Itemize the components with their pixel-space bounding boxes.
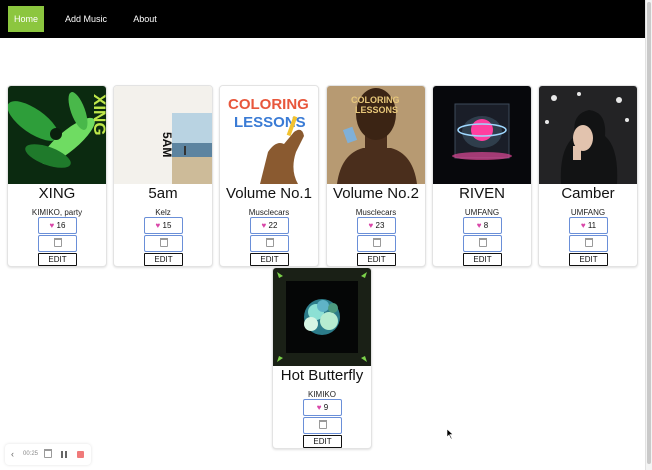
like-count: 11: [587, 221, 597, 230]
song-artist: UMFANG: [570, 208, 606, 217]
heart-icon: ♥: [580, 221, 586, 230]
song-card: XING XING KIMIKO, party ♥ 16 EDIT: [7, 85, 107, 267]
album-cover: 5AM: [114, 86, 212, 184]
like-button[interactable]: ♥ 23: [357, 217, 396, 234]
song-title: RIVEN: [459, 185, 505, 202]
song-card: Hot Butterfly KIMIKO ♥ 9 EDIT: [272, 267, 372, 449]
song-artist: Kelz: [155, 208, 171, 217]
song-card: COLORING LESSONS Volume No.2 Musclecars …: [326, 85, 426, 267]
song-artist: KIMIKO: [307, 390, 336, 399]
delete-button[interactable]: [569, 235, 608, 252]
cover-lessons-text: LESSONS: [355, 105, 398, 115]
like-count: 8: [483, 221, 489, 230]
album-cover: COLORING LESSONS: [220, 86, 318, 184]
like-count: 15: [162, 221, 172, 230]
heart-icon: ♥: [316, 403, 322, 412]
media-player: ‹ 00:25: [5, 444, 91, 465]
nav-about-link[interactable]: About: [126, 6, 164, 32]
album-cover: [273, 268, 371, 366]
delete-button[interactable]: [463, 235, 502, 252]
trash-icon: [53, 238, 62, 248]
song-card: RIVEN UMFANG ♥ 8 EDIT: [432, 85, 532, 267]
trash-icon: [159, 238, 168, 248]
edit-button[interactable]: EDIT: [357, 253, 396, 266]
trash-icon: [372, 238, 381, 248]
player-time: 00:25: [23, 451, 39, 457]
song-card: 5AM 5am Kelz ♥ 15 EDIT: [113, 85, 213, 267]
song-card: Camber UMFANG ♥ 11 EDIT: [538, 85, 638, 267]
nav-home-link[interactable]: Home: [8, 6, 44, 32]
delete-button[interactable]: [357, 235, 396, 252]
like-button[interactable]: ♥ 22: [250, 217, 289, 234]
top-navbar: Home Add Music About: [0, 0, 645, 38]
pause-icon[interactable]: [60, 449, 68, 460]
song-title: Volume No.2: [333, 185, 419, 202]
stop-icon[interactable]: [76, 449, 85, 460]
album-cover: XING: [8, 86, 106, 184]
song-card: COLORING LESSONS Volume No.1 Musclecars …: [219, 85, 319, 267]
delete-button[interactable]: [250, 235, 289, 252]
heart-icon: ♥: [155, 221, 161, 230]
heart-icon: ♥: [49, 221, 55, 230]
edit-button[interactable]: EDIT: [38, 253, 77, 266]
trash-icon: [584, 238, 593, 248]
edit-button[interactable]: EDIT: [303, 435, 342, 448]
like-button[interactable]: ♥ 8: [463, 217, 502, 234]
delete-button[interactable]: [144, 235, 183, 252]
heart-icon: ♥: [261, 221, 267, 230]
mouse-cursor-icon: [447, 429, 454, 439]
song-title: 5am: [148, 185, 178, 202]
song-artist: Musclecars: [355, 208, 397, 217]
song-artist: Musclecars: [248, 208, 290, 217]
cover-coloring-text: COLORING: [351, 95, 400, 105]
trash-icon: [478, 238, 487, 248]
song-title: Hot Butterfly: [280, 367, 364, 384]
song-title: XING: [38, 185, 76, 202]
trash-icon: [318, 420, 327, 430]
like-button[interactable]: ♥ 11: [569, 217, 608, 234]
heart-icon: ♥: [368, 221, 374, 230]
edit-button[interactable]: EDIT: [569, 253, 608, 266]
edit-button[interactable]: EDIT: [250, 253, 289, 266]
song-artist: KIMIKO, party: [31, 208, 83, 217]
page-scrollbar[interactable]: [645, 0, 652, 470]
like-count: 16: [56, 221, 66, 230]
trash-icon[interactable]: [44, 449, 53, 460]
delete-button[interactable]: [303, 417, 342, 434]
cover-coloring-text: COLORING: [228, 96, 309, 113]
cover-5am-text: 5AM: [160, 132, 174, 157]
cover-xing-text: XING: [90, 94, 106, 136]
song-artist: UMFANG: [464, 208, 500, 217]
song-title: Volume No.1: [226, 185, 312, 202]
album-cover: [433, 86, 531, 184]
edit-button[interactable]: EDIT: [144, 253, 183, 266]
song-title: Camber: [561, 185, 615, 202]
trash-icon: [265, 238, 274, 248]
album-cover: [539, 86, 637, 184]
nav-add-music-link[interactable]: Add Music: [58, 6, 114, 32]
heart-icon: ♥: [476, 221, 482, 230]
like-count: 22: [268, 221, 278, 230]
delete-button[interactable]: [38, 235, 77, 252]
edit-button[interactable]: EDIT: [463, 253, 502, 266]
like-button[interactable]: ♥ 16: [38, 217, 77, 234]
like-count: 9: [323, 403, 329, 412]
scrollbar-thumb[interactable]: [647, 2, 651, 464]
like-button[interactable]: ♥ 9: [303, 399, 342, 416]
album-cover: COLORING LESSONS: [327, 86, 425, 184]
chevron-left-icon[interactable]: ‹: [11, 449, 19, 460]
like-count: 23: [375, 221, 385, 230]
like-button[interactable]: ♥ 15: [144, 217, 183, 234]
